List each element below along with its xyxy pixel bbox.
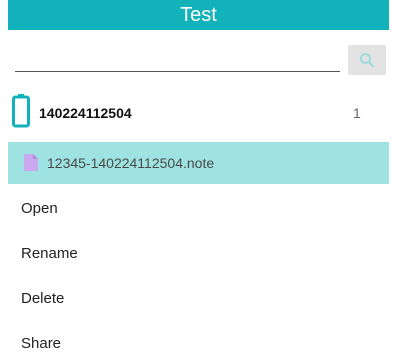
phone-icon bbox=[12, 94, 30, 128]
menu-item-share[interactable]: Share bbox=[21, 335, 61, 352]
file-name: 12345-140224112504.note bbox=[47, 155, 215, 171]
search-input[interactable] bbox=[15, 46, 344, 72]
menu-item-rename[interactable]: Rename bbox=[21, 245, 78, 262]
menu-item-open[interactable]: Open bbox=[21, 200, 58, 217]
file-row-selected[interactable]: 12345-140224112504.note bbox=[8, 142, 389, 184]
search-button[interactable] bbox=[348, 45, 386, 75]
folder-row[interactable]: 140224112504 1 bbox=[0, 92, 393, 134]
folder-count: 1 bbox=[353, 105, 361, 121]
app-screen: Test 140224112504 1 12345-140224112504.n… bbox=[0, 0, 393, 360]
menu-item-delete[interactable]: Delete bbox=[21, 290, 64, 307]
app-title: Test bbox=[180, 3, 217, 26]
search-underline bbox=[15, 71, 340, 72]
file-icon bbox=[24, 154, 38, 171]
title-bar: Test bbox=[8, 0, 389, 30]
folder-name: 140224112504 bbox=[39, 105, 132, 121]
search-icon bbox=[360, 53, 374, 67]
